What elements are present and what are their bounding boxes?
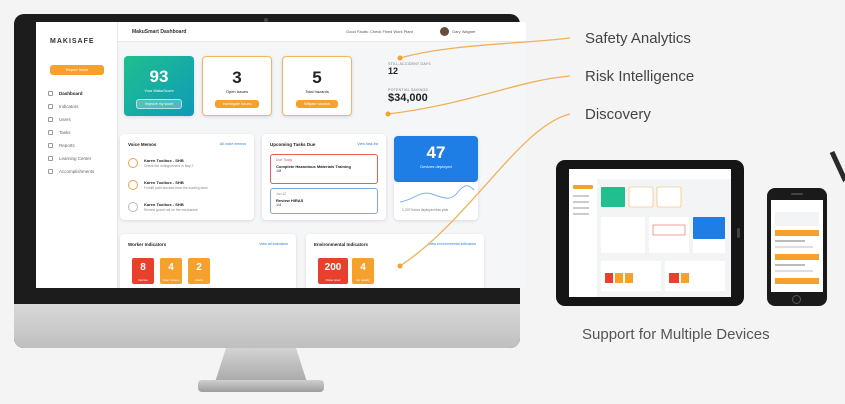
tablet-screen — [569, 169, 731, 297]
phone-screen — [771, 200, 823, 292]
phone-device — [767, 188, 827, 306]
phone-home-button — [792, 295, 801, 304]
tablet-dashboard-thumbnail — [569, 169, 731, 297]
phone-dashboard-thumbnail — [771, 200, 823, 284]
callout-risk-intelligence: Risk Intelligence — [585, 68, 695, 85]
marketing-banner: MAKISAFE Report Issue Dashboard Indicato… — [0, 0, 845, 404]
callout-discovery: Discovery — [585, 106, 651, 123]
devices-caption: Support for Multiple Devices — [582, 326, 770, 343]
chevron-decoration-icon — [829, 150, 845, 183]
callout-safety-analytics: Safety Analytics — [585, 30, 691, 47]
tablet-home-button — [737, 228, 740, 238]
phone-speaker — [791, 193, 803, 195]
tablet-device — [556, 160, 744, 306]
